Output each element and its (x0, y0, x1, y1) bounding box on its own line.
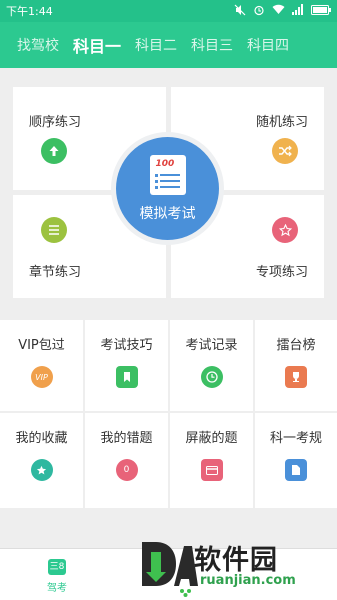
wifi-icon (272, 4, 285, 18)
ranking-cell[interactable]: 擂台榜 (255, 320, 337, 411)
mistakes-icon: 0 (115, 459, 138, 481)
watermark-logo: 软件园 ruanjian.com (138, 534, 337, 600)
tab-find-school[interactable]: 找驾校 (17, 35, 59, 55)
tab-subject-two[interactable]: 科目二 (135, 35, 177, 55)
mute-icon (234, 4, 246, 19)
exam-records-label: 考试记录 (185, 338, 238, 353)
list-icon (41, 217, 67, 243)
exam-records-cell[interactable]: 考试记录 (170, 320, 253, 411)
chapter-practice-label: 章节练习 (29, 265, 82, 280)
status-bar: 下午1:44 (0, 0, 337, 22)
mock-exam-button[interactable]: 100 模拟考试 (111, 132, 224, 245)
vip-cell[interactable]: VIP包过 VIP (0, 320, 83, 411)
tab-subject-one[interactable]: 科目一 (73, 33, 121, 57)
arrow-up-icon (41, 138, 67, 164)
mock-exam-circle: 100 模拟考试 (116, 137, 219, 240)
favorites-cell[interactable]: 我的收藏 (0, 413, 83, 508)
mistakes-cell[interactable]: 我的错题 0 (85, 413, 168, 508)
subject-tabbar: 找驾校 科目一 科目二 科目三 科目四 (0, 22, 337, 68)
mistakes-label: 我的错题 (100, 431, 153, 446)
status-time: 下午1:44 (6, 5, 53, 18)
document-icon (285, 459, 307, 481)
battery-icon (311, 4, 331, 18)
hidden-questions-label: 屏蔽的题 (185, 431, 238, 446)
random-practice-label: 随机练习 (255, 115, 308, 130)
vip-icon: VIP (30, 366, 53, 388)
watermark-url: ruanjian.com (200, 573, 296, 588)
card-icon (200, 459, 223, 481)
rules-label: 科一考规 (269, 431, 322, 446)
exam-tips-label: 考试技巧 (100, 338, 153, 353)
favorites-label: 我的收藏 (15, 431, 68, 446)
exam-tips-cell[interactable]: 考试技巧 (85, 320, 168, 411)
status-icons (234, 4, 331, 19)
tab-subject-four[interactable]: 科目四 (247, 35, 289, 55)
alarm-icon (253, 4, 265, 19)
favorite-star-icon (30, 459, 53, 481)
trophy-icon (285, 366, 307, 388)
score-badge: 100 (155, 158, 175, 169)
star-icon (272, 217, 298, 243)
vip-label: VIP包过 (18, 338, 65, 353)
signal-icon (292, 4, 304, 18)
sequential-practice-label: 顺序练习 (29, 115, 82, 130)
tab-subject-three[interactable]: 科目三 (191, 35, 233, 55)
clock-icon (200, 366, 223, 388)
download-logo-icon (142, 542, 198, 597)
ranking-label: 擂台榜 (276, 338, 316, 353)
nav-item-driving-test[interactable]: 三8 驾考 (42, 559, 72, 594)
rules-cell[interactable]: 科一考规 (255, 413, 337, 508)
nav-label-driving-test: 驾考 (47, 583, 67, 594)
special-practice-label: 专项练习 (255, 265, 308, 280)
watermark-cn: 软件园 (194, 545, 278, 576)
shuffle-icon (272, 138, 298, 164)
bookmark-icon (115, 366, 138, 388)
hidden-questions-cell[interactable]: 屏蔽的题 (170, 413, 253, 508)
exam-paper-icon: 100 (149, 154, 186, 195)
driving-test-icon: 三8 (48, 559, 66, 575)
mock-exam-label: 模拟考试 (139, 205, 196, 222)
